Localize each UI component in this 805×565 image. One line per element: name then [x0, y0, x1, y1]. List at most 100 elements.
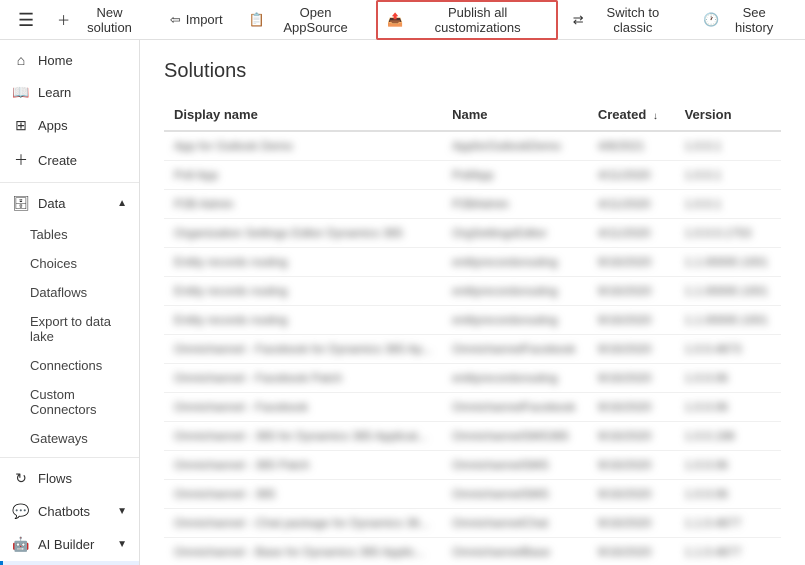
- cell-name: OmnichannelBase: [442, 538, 588, 565]
- cell-version: 1.0.0.06: [675, 364, 781, 393]
- sidebar-item-custom-connectors[interactable]: Custom Connectors: [0, 380, 139, 424]
- col-header-display-name[interactable]: Display name: [164, 99, 442, 131]
- table-row[interactable]: Poll App PollApp 4/11/2020 1.0.0.1: [164, 161, 781, 190]
- sidebar-item-apps[interactable]: ⊞ Apps: [0, 109, 139, 142]
- cell-created: 9/16/2020: [588, 364, 675, 393]
- cell-version: 1.0.0.1: [675, 161, 781, 190]
- publish-icon: 📤: [387, 12, 403, 28]
- publish-all-button[interactable]: 📤 Publish all customizations: [376, 0, 557, 40]
- cell-name: entityrecordsrouting: [442, 248, 588, 277]
- import-icon: ⇦: [170, 12, 181, 28]
- table-row[interactable]: Entity records routing entityrecordsrout…: [164, 248, 781, 277]
- col-header-created[interactable]: Created ↓: [588, 99, 675, 131]
- cell-version: 1.0.0.4873: [675, 335, 781, 364]
- cell-name: PollApp: [442, 161, 588, 190]
- table-row[interactable]: Omnichannel - Base for Dynamics 365 Appl…: [164, 538, 781, 565]
- ai-builder-icon: 🤖: [12, 536, 30, 553]
- cell-display-name: Omnichannel - 365 for Dynamics 365 Appli…: [164, 422, 442, 451]
- col-header-version[interactable]: Version: [675, 99, 781, 131]
- sidebar-item-connections[interactable]: Connections: [0, 351, 139, 380]
- cell-name: OmnichannelSMS: [442, 480, 588, 509]
- cell-version: 1.1.0.4877: [675, 509, 781, 538]
- cell-created: 4/8/2021: [588, 131, 675, 161]
- cell-version: 1.0.0.06: [675, 480, 781, 509]
- plus-icon: ＋: [57, 10, 70, 29]
- cell-name: OmnichannelChat: [442, 509, 588, 538]
- cell-created: 4/11/2020: [588, 190, 675, 219]
- main-content: Solutions Display name Name Created ↓ Ve…: [140, 40, 805, 565]
- ai-builder-chevron-icon: ▼: [117, 539, 127, 550]
- sidebar-item-chatbots[interactable]: 💬 Chatbots ▼: [0, 495, 139, 528]
- table-row[interactable]: P2B Admin P2BAdmin 4/11/2020 1.0.0.1: [164, 190, 781, 219]
- switch-icon: ⇄: [573, 12, 584, 28]
- cell-created: 9/16/2020: [588, 509, 675, 538]
- cell-version: 1.1.00000.1001: [675, 306, 781, 335]
- chatbots-icon: 💬: [12, 503, 30, 520]
- sidebar-item-gateways[interactable]: Gateways: [0, 424, 139, 453]
- cell-name: OmnichannelSMS365: [442, 422, 588, 451]
- table-row[interactable]: Omnichannel - Facebook for Dynamics 365 …: [164, 335, 781, 364]
- sidebar-item-dataflows[interactable]: Dataflows: [0, 278, 139, 307]
- cell-display-name: Organization Settings Editor Dynamics 36…: [164, 219, 442, 248]
- apps-icon: ⊞: [12, 117, 30, 134]
- data-chevron-icon: ▲: [117, 198, 127, 209]
- data-icon: 🗄: [12, 195, 30, 212]
- table-row[interactable]: Entity records routing entityrecordsrout…: [164, 306, 781, 335]
- cell-name: entityrecordsrouting: [442, 364, 588, 393]
- table-row[interactable]: App for Outlook Demo AppforOutlookDemo 4…: [164, 131, 781, 161]
- sidebar-item-export[interactable]: Export to data lake: [0, 307, 139, 351]
- table-row[interactable]: Omnichannel - Chat package for Dynamics …: [164, 509, 781, 538]
- cell-display-name: Omnichannel - 365 Patch: [164, 451, 442, 480]
- top-bar: ☰ ＋ New solution ⇦ Import 📋 Open AppSour…: [0, 0, 805, 40]
- sidebar-item-solutions[interactable]: 📄 Solutions: [0, 561, 139, 565]
- cell-created: 4/11/2020: [588, 161, 675, 190]
- cell-version: 1.1.00000.1001: [675, 248, 781, 277]
- cell-version: 1.0.0.0.1753: [675, 219, 781, 248]
- sidebar-item-create[interactable]: ＋ Create: [0, 142, 139, 178]
- table-row[interactable]: Omnichannel - 365 Patch OmnichannelSMS 9…: [164, 451, 781, 480]
- create-icon: ＋: [12, 150, 30, 170]
- cell-display-name: Poll App: [164, 161, 442, 190]
- cell-created: 9/16/2020: [588, 480, 675, 509]
- table-row[interactable]: Omnichannel - 365 OmnichannelSMS 9/16/20…: [164, 480, 781, 509]
- new-solution-button[interactable]: ＋ New solution: [46, 0, 155, 40]
- sidebar-item-tables[interactable]: Tables: [0, 220, 139, 249]
- sidebar-item-choices[interactable]: Choices: [0, 249, 139, 278]
- sidebar-item-flows[interactable]: ↻ Flows: [0, 462, 139, 495]
- sidebar-item-home[interactable]: ⌂ Home: [0, 44, 139, 76]
- sidebar: ⌂ Home 📖 Learn ⊞ Apps ＋ Create 🗄 Data ▲ …: [0, 40, 140, 565]
- table-row[interactable]: Omnichannel - 365 for Dynamics 365 Appli…: [164, 422, 781, 451]
- sidebar-item-data[interactable]: 🗄 Data ▲: [0, 187, 139, 220]
- cell-created: 9/16/2020: [588, 248, 675, 277]
- home-icon: ⌂: [12, 52, 30, 68]
- cell-display-name: Omnichannel - Base for Dynamics 365 Appl…: [164, 538, 442, 565]
- cell-version: 1.0.0.06: [675, 393, 781, 422]
- see-history-button[interactable]: 🕐 See history: [692, 0, 795, 40]
- cell-display-name: Entity records routing: [164, 277, 442, 306]
- switch-classic-button[interactable]: ⇄ Switch to classic: [562, 0, 688, 40]
- sidebar-item-learn[interactable]: 📖 Learn: [0, 76, 139, 109]
- divider-1: [0, 182, 139, 183]
- cell-display-name: Entity records routing: [164, 248, 442, 277]
- cell-name: OmnichannelSMS: [442, 451, 588, 480]
- sort-arrow-icon: ↓: [653, 111, 658, 122]
- hamburger-icon[interactable]: ☰: [10, 0, 42, 40]
- cell-display-name: Omnichannel - 365: [164, 480, 442, 509]
- table-row[interactable]: Organization Settings Editor Dynamics 36…: [164, 219, 781, 248]
- import-button[interactable]: ⇦ Import: [159, 7, 234, 33]
- sidebar-item-ai-builder[interactable]: 🤖 AI Builder ▼: [0, 528, 139, 561]
- table-row[interactable]: Omnichannel - Facebook OmnichannelFacebo…: [164, 393, 781, 422]
- table-row[interactable]: Omnichannel - Facebook Patch entityrecor…: [164, 364, 781, 393]
- cell-display-name: Omnichannel - Chat package for Dynamics …: [164, 509, 442, 538]
- cell-version: 1.0.0.1: [675, 190, 781, 219]
- open-appsource-button[interactable]: 📋 Open AppSource: [238, 0, 373, 40]
- cell-version: 1.0.0.1: [675, 131, 781, 161]
- flows-icon: ↻: [12, 470, 30, 487]
- col-header-name[interactable]: Name: [442, 99, 588, 131]
- table-row[interactable]: Entity records routing entityrecordsrout…: [164, 277, 781, 306]
- cell-display-name: Omnichannel - Facebook for Dynamics 365 …: [164, 335, 442, 364]
- cell-created: 9/16/2020: [588, 451, 675, 480]
- divider-2: [0, 457, 139, 458]
- cell-version: 1.0.0.06: [675, 451, 781, 480]
- appsource-icon: 📋: [249, 12, 265, 28]
